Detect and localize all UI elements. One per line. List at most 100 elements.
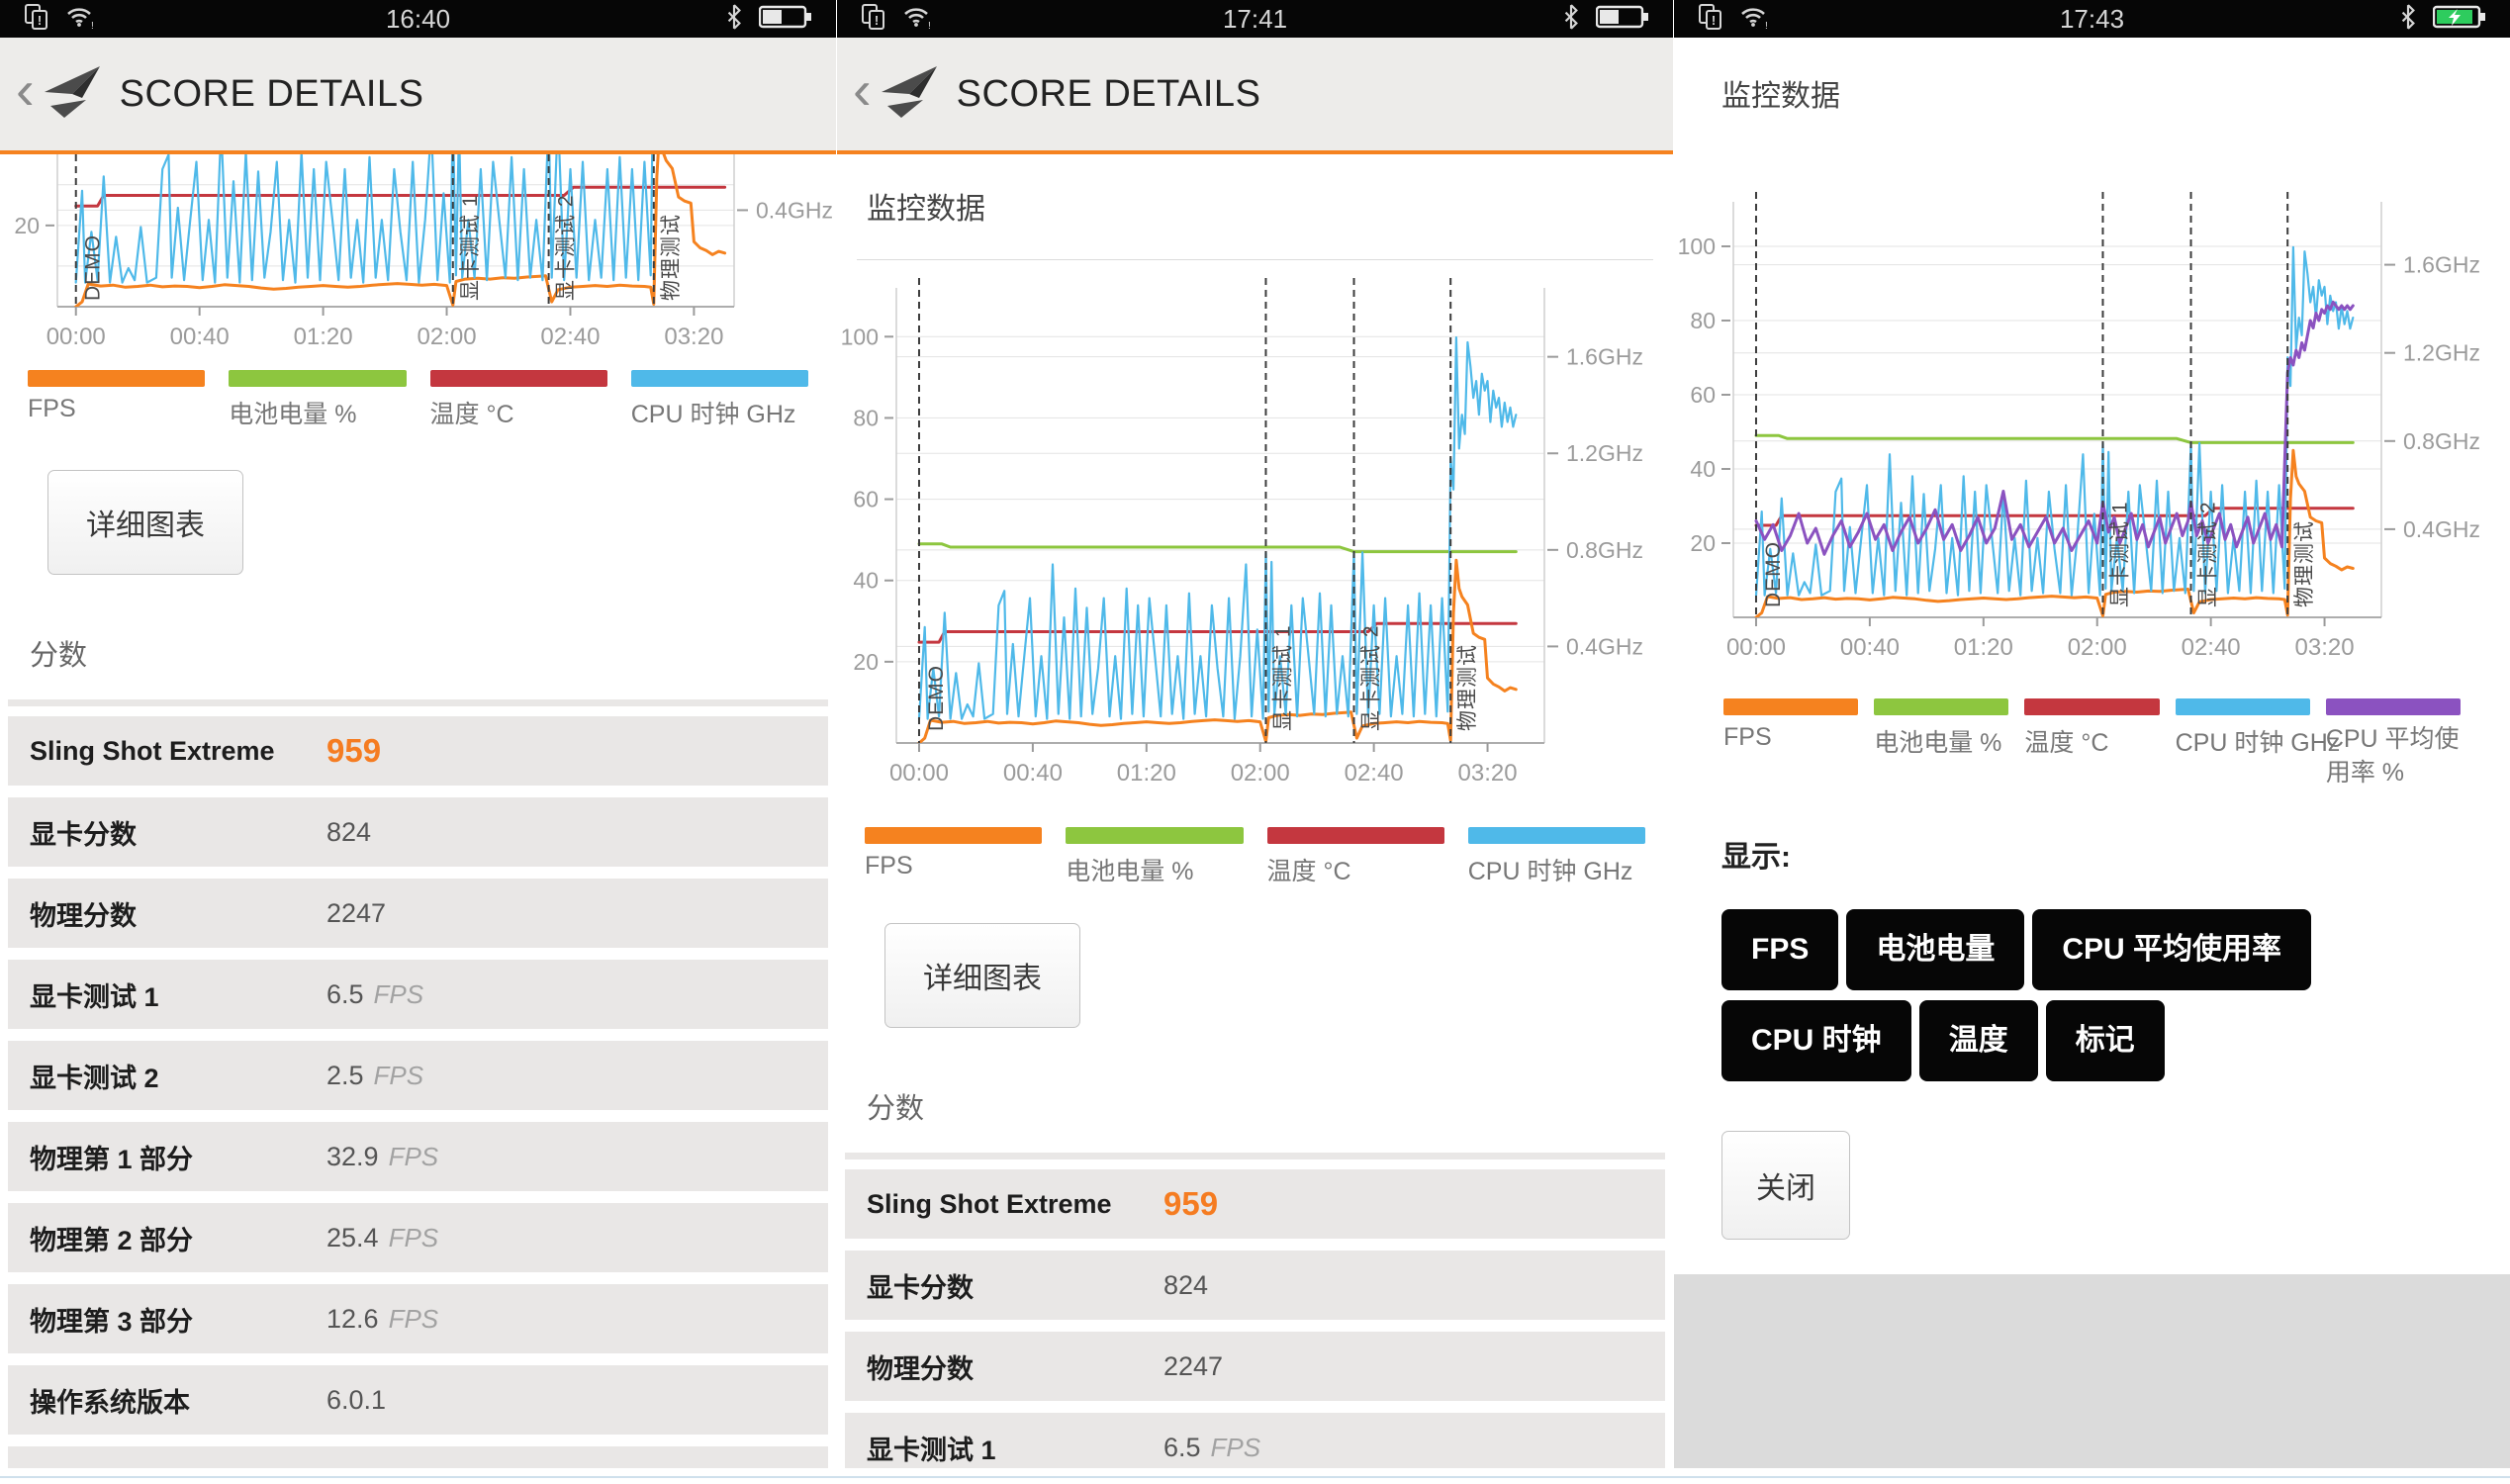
wifi-icon: !: [902, 4, 932, 35]
svg-text:0.8GHz: 0.8GHz: [1566, 537, 1643, 563]
svg-text:!: !: [928, 21, 931, 30]
svg-text:0.4GHz: 0.4GHz: [1566, 633, 1643, 659]
battery-icon: [759, 4, 812, 35]
score-section-heading: 分数: [30, 632, 836, 674]
toggle-fps-button[interactable]: FPS: [1721, 909, 1838, 990]
wifi-icon: !: [65, 4, 95, 35]
legend-swatch: [1723, 698, 1858, 715]
svg-text:0.8GHz: 0.8GHz: [2403, 428, 2480, 454]
phone-screenshot-3: ! ! 17:43 监控数据 204060801000.4GHz0.8GHz1.…: [1674, 0, 2510, 1484]
svg-text:物理测试: 物理测试: [1456, 644, 1479, 731]
svg-text:DEMO: DEMO: [1762, 541, 1785, 607]
show-label: 显示:: [1721, 832, 2510, 876]
svg-text:物理测试: 物理测试: [660, 214, 683, 301]
svg-text:DEMO: DEMO: [82, 234, 105, 301]
svg-text:显卡测试 1: 显卡测试 1: [459, 194, 482, 301]
legend-swatch: [1267, 827, 1444, 844]
page-title: SCORE DETAILS: [957, 73, 1261, 116]
svg-text:1.2GHz: 1.2GHz: [1566, 440, 1643, 466]
svg-text:显卡测试 2: 显卡测试 2: [2197, 501, 2220, 607]
heading-divider: [857, 259, 1653, 260]
svg-text:00:00: 00:00: [1726, 634, 1786, 661]
phone-screenshot-2: ! ! 17:41 ‹ SCORE DETAILS 监控数据 204060801…: [837, 0, 1673, 1484]
legend-swatch: [28, 370, 205, 387]
toggle-temp-button[interactable]: 温度: [1919, 1000, 2038, 1081]
back-button[interactable]: ‹: [16, 62, 35, 118]
svg-text:80: 80: [1690, 308, 1716, 333]
legend-swatch: [1066, 827, 1243, 844]
table-row: 物理第 1 部分32.9FPS: [8, 1122, 828, 1191]
svg-text:00:40: 00:40: [170, 324, 230, 350]
dialog-backdrop: [1674, 1274, 2510, 1484]
app-header: ‹ SCORE DETAILS: [837, 38, 1673, 150]
svg-text:!: !: [875, 13, 879, 28]
svg-text:02:40: 02:40: [1345, 760, 1404, 787]
svg-text:02:40: 02:40: [540, 324, 600, 350]
status-bar: ! ! 17:41: [837, 0, 1673, 38]
app-logo-icon: [41, 64, 106, 125]
legend-item: FPS: [865, 827, 1042, 887]
svg-text:!: !: [38, 13, 42, 28]
table-row: 物理第 2 部分25.4FPS: [8, 1203, 828, 1272]
status-time: 17:41: [1223, 4, 1287, 35]
svg-text:1.6GHz: 1.6GHz: [1566, 344, 1643, 370]
status-time: 16:40: [386, 4, 450, 35]
svg-text:1.6GHz: 1.6GHz: [2403, 252, 2480, 278]
toggle-cpu-clock-button[interactable]: CPU 时钟: [1721, 1000, 1911, 1081]
legend-swatch: [2326, 698, 2461, 715]
legend-swatch: [1468, 827, 1645, 844]
legend-item: 电池电量 %: [1874, 698, 2008, 790]
svg-text:0.4GHz: 0.4GHz: [2403, 516, 2480, 542]
svg-text:60: 60: [1690, 382, 1716, 408]
svg-text:!: !: [1765, 21, 1768, 30]
bluetooth-icon: [2399, 4, 2417, 35]
notification-pages-icon: !: [1698, 3, 1723, 36]
legend-swatch: [865, 827, 1042, 844]
toggle-battery-button[interactable]: 电池电量: [1846, 909, 2024, 990]
svg-text:显卡测试 2: 显卡测试 2: [1360, 624, 1383, 731]
close-button[interactable]: 关闭: [1721, 1131, 1850, 1240]
table-row: Sling Shot Extreme959: [8, 716, 828, 786]
battery-icon: [1596, 4, 1649, 35]
table-row: 物理分数2247: [8, 879, 828, 948]
status-bar: ! ! 17:43: [1674, 0, 2510, 38]
phone-screenshot-1: ! ! 16:40 ‹ SCORE DETAILS 200.4GHz00:000…: [0, 0, 836, 1484]
svg-text:00:00: 00:00: [889, 760, 949, 787]
legend-swatch: [631, 370, 808, 387]
chart-legend: FPS 电池电量 % 温度 °C CPU 时钟 GHz CPU 平均使用率 %: [1723, 698, 2461, 790]
svg-text:20: 20: [853, 649, 879, 675]
monitor-chart-cropped: 200.4GHz00:0000:4001:2002:0002:4003:20DE…: [0, 154, 836, 364]
toggle-marker-button[interactable]: 标记: [2046, 1000, 2165, 1081]
svg-text:20: 20: [14, 213, 40, 238]
legend-item: FPS: [28, 370, 205, 430]
svg-text:00:40: 00:40: [1840, 634, 1900, 661]
chart-legend: FPS 电池电量 % 温度 °C CPU 时钟 GHz: [865, 827, 1645, 887]
toggle-cpu-usage-button[interactable]: CPU 平均使用率: [2032, 909, 2311, 990]
legend-swatch: [229, 370, 406, 387]
legend-swatch: [430, 370, 607, 387]
detail-chart-button[interactable]: 详细图表: [884, 923, 1080, 1028]
svg-text:01:20: 01:20: [1954, 634, 2013, 661]
svg-text:0.4GHz: 0.4GHz: [756, 197, 833, 223]
detail-chart-button[interactable]: 详细图表: [47, 470, 243, 575]
notification-pages-icon: !: [861, 3, 886, 36]
svg-text:00:00: 00:00: [46, 324, 106, 350]
battery-charging-icon: [2433, 4, 2486, 35]
monitor-chart: 204060801000.4GHz0.8GHz1.2GHz1.6GHz00:00…: [837, 268, 1673, 797]
wifi-icon: !: [1739, 4, 1769, 35]
chart-legend: FPS 电池电量 % 温度 °C CPU 时钟 GHz: [28, 370, 808, 430]
svg-text:02:00: 02:00: [2068, 634, 2127, 661]
svg-text:03:20: 03:20: [1458, 760, 1518, 787]
series-toggle-group: FPS电池电量CPU 平均使用率 CPU 时钟温度标记: [1721, 909, 2434, 1091]
legend-item: CPU 时钟 GHz: [1468, 827, 1645, 887]
row-cut-sliver: [845, 1153, 1665, 1159]
legend-item: 温度 °C: [2024, 698, 2159, 790]
svg-text:显卡测试 1: 显卡测试 1: [2108, 501, 2131, 607]
table-row: 显卡分数824: [8, 797, 828, 867]
svg-text:40: 40: [1690, 456, 1716, 482]
svg-text:100: 100: [1678, 233, 1716, 259]
back-button[interactable]: ‹: [853, 62, 872, 118]
table-row: 显卡测试 22.5FPS: [8, 1041, 828, 1110]
legend-swatch: [1874, 698, 2008, 715]
svg-text:02:00: 02:00: [1231, 760, 1290, 787]
